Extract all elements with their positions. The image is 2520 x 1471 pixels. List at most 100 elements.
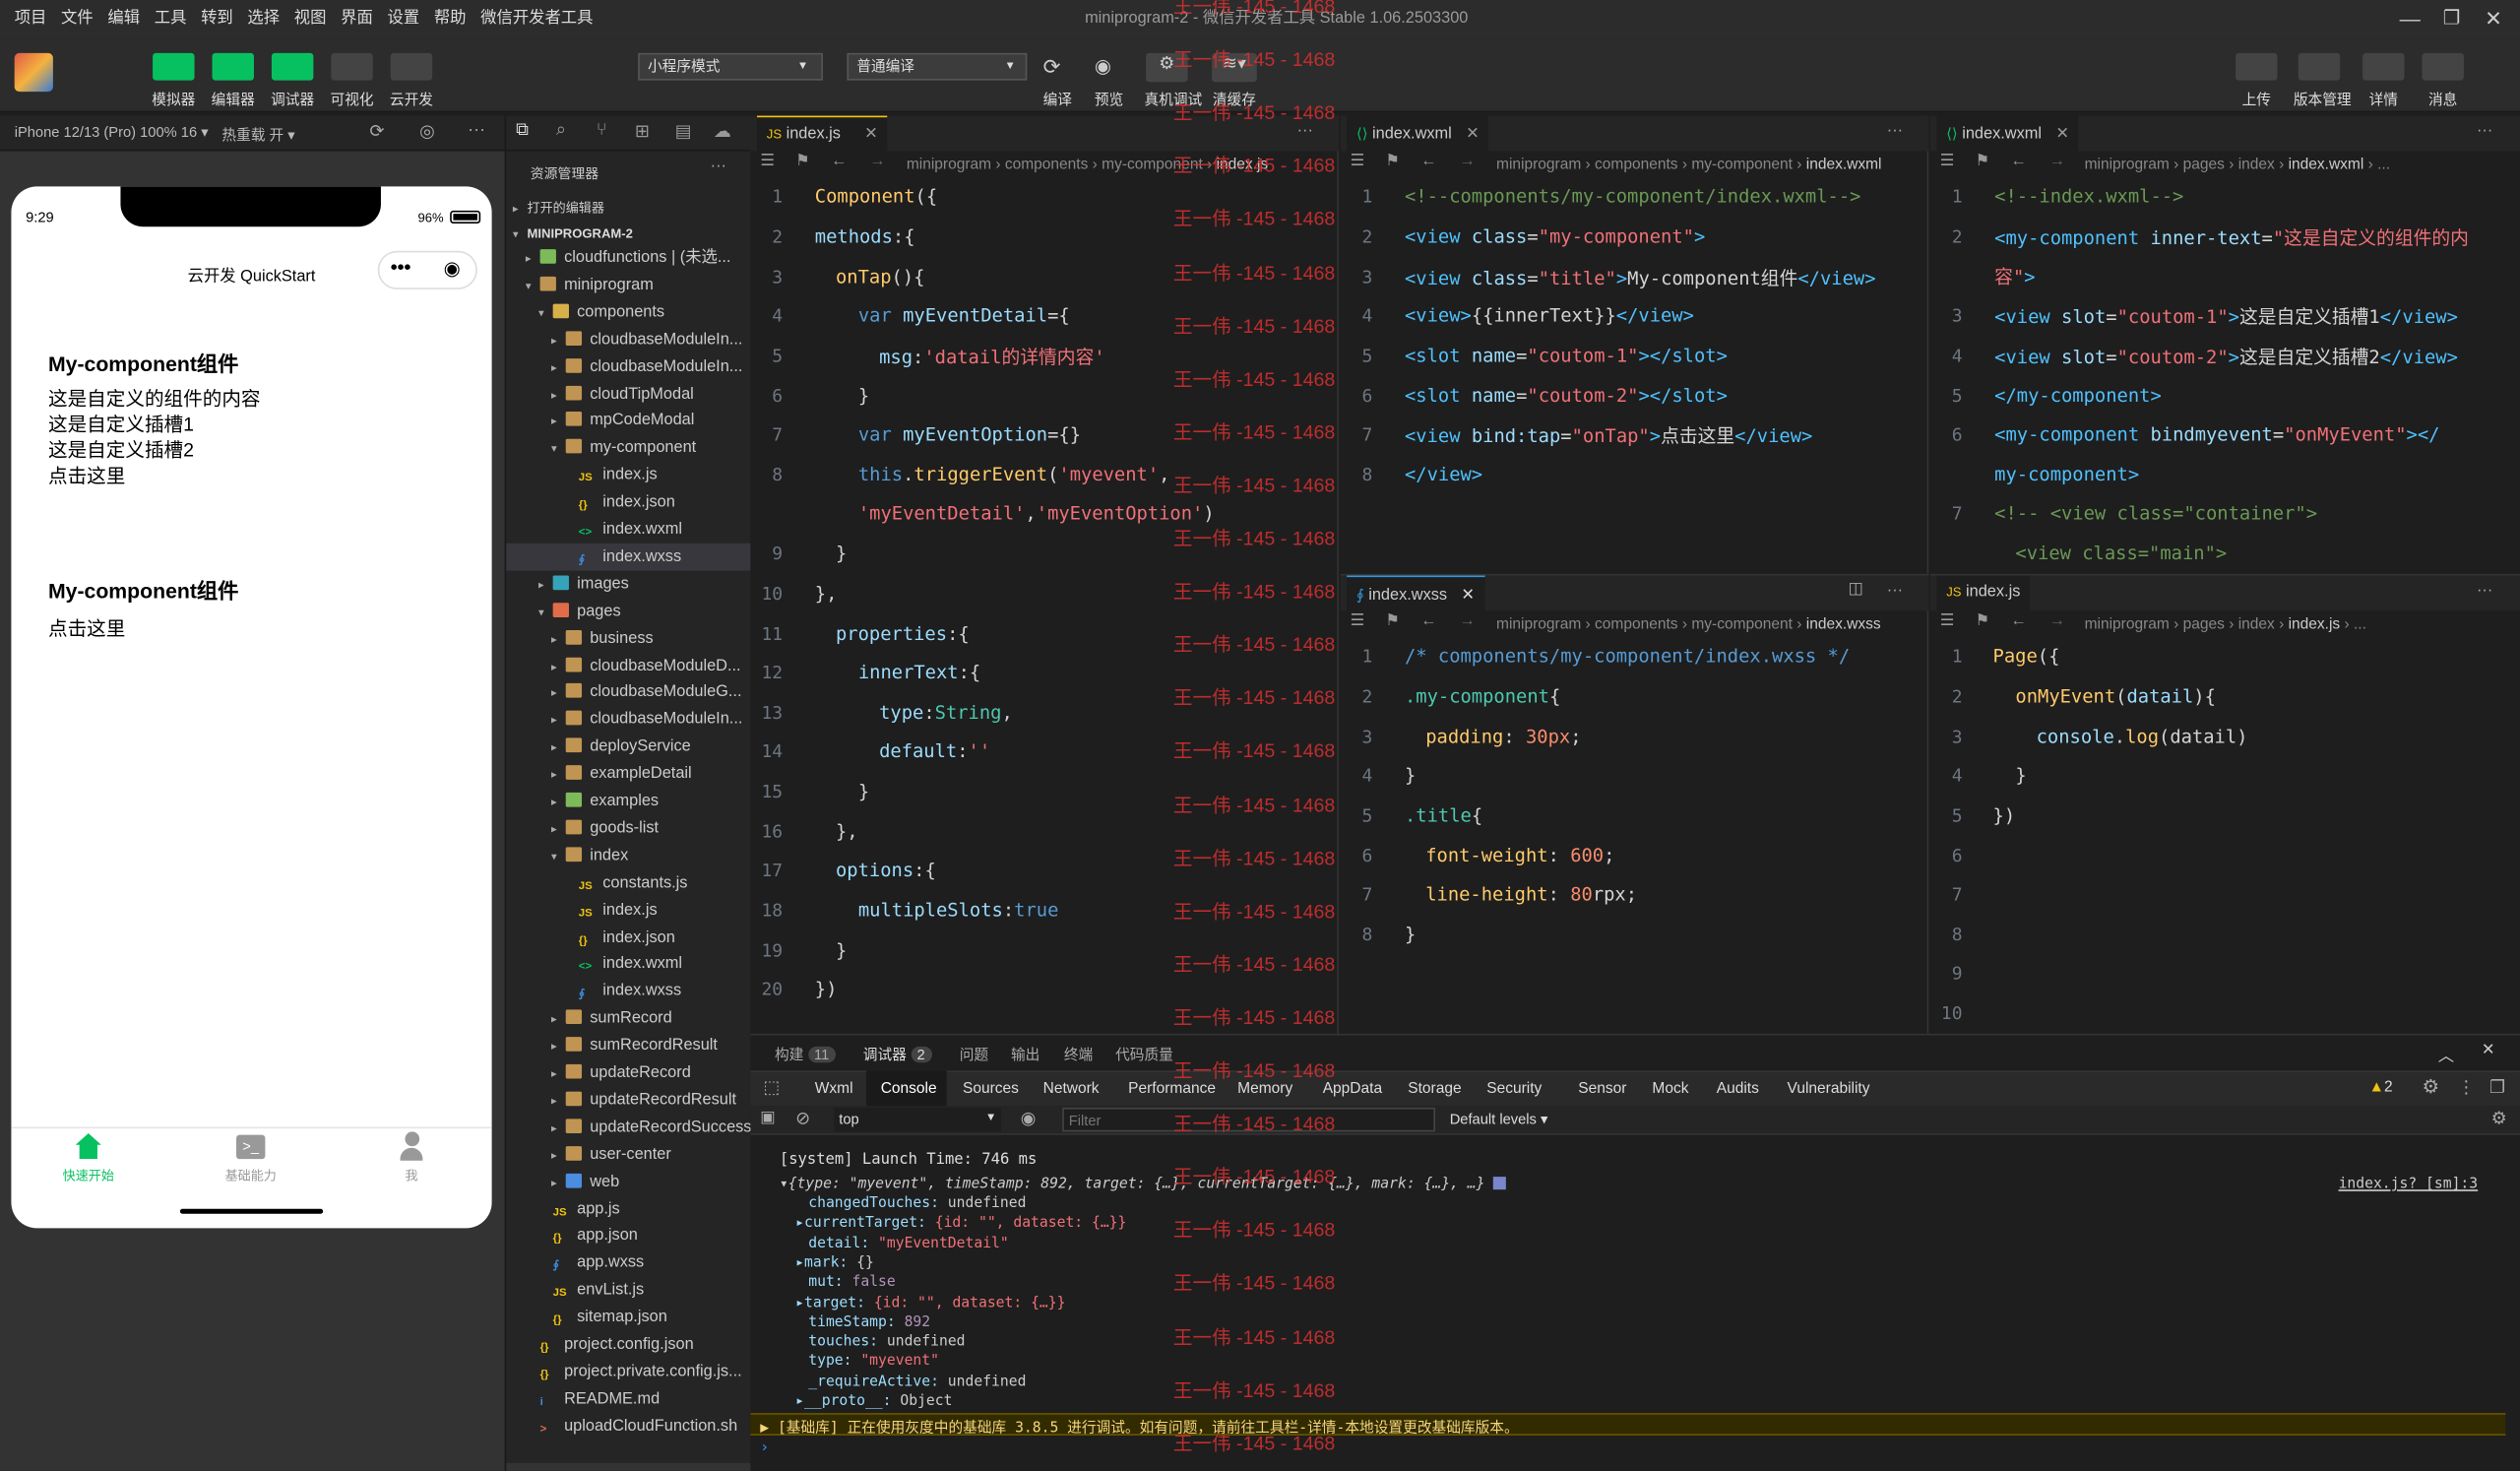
close-icon[interactable]: ✕: [1466, 125, 1480, 143]
devtab-storage[interactable]: Storage: [1408, 1080, 1461, 1098]
warning-count[interactable]: ▲2: [2369, 1079, 2393, 1097]
crumb-item[interactable]: index.wxml: [2289, 156, 2364, 173]
debugger-button[interactable]: 调试器: [260, 89, 324, 109]
files-icon[interactable]: ⧉: [516, 120, 529, 141]
home-icon[interactable]: [75, 1133, 101, 1160]
tree-folder[interactable]: ▸ cloudbaseModuleIn...: [506, 353, 750, 381]
tab-terminal[interactable]: 终端: [1064, 1044, 1093, 1064]
outline-icon[interactable]: ▤: [675, 120, 692, 142]
close-icon[interactable]: ✕: [1461, 587, 1475, 605]
close-circle-icon[interactable]: ◉: [444, 257, 461, 280]
more-icon[interactable]: ···: [1887, 122, 1903, 140]
menu-item[interactable]: 设置: [387, 0, 419, 38]
devtab-wxml[interactable]: Wxml: [815, 1080, 853, 1098]
more-icon[interactable]: ···: [468, 120, 485, 140]
log-object[interactable]: ▾{type: "myevent", timeStamp: 892, targe…: [780, 1177, 1507, 1192]
tree-file[interactable]: <> index.wxml: [506, 951, 750, 979]
menu-item[interactable]: 工具: [155, 0, 187, 38]
more-icon[interactable]: •••: [391, 256, 411, 279]
list-icon[interactable]: ☰: [1350, 612, 1364, 630]
tree-folder[interactable]: ▸ deployService: [506, 734, 750, 761]
forward-icon[interactable]: →: [2049, 153, 2065, 170]
tree-folder[interactable]: ▸ user-center: [506, 1141, 750, 1169]
dock-icon[interactable]: ❐: [2489, 1077, 2505, 1099]
sidebar-toggle-icon[interactable]: ▣: [760, 1110, 775, 1127]
split-icon[interactable]: ◫: [1849, 580, 1863, 598]
project-section[interactable]: ▾ MINIPROGRAM-2: [513, 226, 633, 241]
editor-button[interactable]: 编辑器: [201, 89, 265, 109]
tree-file[interactable]: > uploadCloudFunction.sh: [506, 1413, 750, 1440]
console-prompt-icon[interactable]: ›: [760, 1440, 769, 1456]
menu-item[interactable]: 转到: [201, 0, 233, 38]
forward-icon[interactable]: →: [1459, 153, 1475, 170]
more-icon[interactable]: ···: [2477, 582, 2492, 600]
crumb-item[interactable]: miniprogram: [1496, 615, 1581, 633]
editor-component-wxss[interactable]: ∮ index.wxss ✕ ◫ ··· ☰ ⚑ ← → miniprogram…: [1340, 573, 1929, 1034]
tree-file[interactable]: <> index.wxml: [506, 516, 750, 544]
devtab-audits[interactable]: Audits: [1717, 1080, 1759, 1098]
log-field[interactable]: ▸__proto__: Object: [795, 1394, 952, 1410]
bookmark-icon[interactable]: ⚑: [1976, 153, 1990, 170]
tree-folder[interactable]: ▸ cloudbaseModuleD...: [506, 652, 750, 679]
more-icon[interactable]: ···: [2477, 122, 2492, 140]
search-icon[interactable]: ⌕: [556, 120, 566, 141]
cloud-icon[interactable]: [390, 52, 433, 81]
tree-file[interactable]: JS app.js: [506, 1195, 750, 1223]
maximize-icon[interactable]: ❐: [2443, 7, 2461, 30]
crumb-item[interactable]: index: [2238, 615, 2275, 633]
back-icon[interactable]: ←: [1420, 153, 1436, 170]
open-editors-section[interactable]: ▸ 打开的编辑器: [513, 199, 604, 217]
tree-folder[interactable]: ▸ examples: [506, 788, 750, 815]
tree-folder[interactable]: ▸ exampleDetail: [506, 760, 750, 788]
eye-icon[interactable]: ◉: [1021, 1108, 1037, 1129]
tree-file[interactable]: JS index.js: [506, 896, 750, 924]
crumb-item[interactable]: index.wxss: [1806, 615, 1881, 633]
tab-me[interactable]: 我: [363, 1167, 460, 1184]
upload-button[interactable]: 上传: [2225, 89, 2289, 109]
tree-file[interactable]: {} index.json: [506, 924, 750, 951]
preview-button[interactable]: 预览: [1077, 89, 1141, 109]
log-field[interactable]: ▸mark: {}: [795, 1255, 874, 1271]
tree-folder[interactable]: ▾ pages: [506, 598, 750, 625]
branch-icon[interactable]: [2298, 52, 2341, 81]
log-field[interactable]: ▸currentTarget: {id: "", dataset: {…}}: [795, 1216, 1126, 1232]
version-button[interactable]: 版本管理: [2287, 89, 2358, 109]
editor-page-wxml[interactable]: ⟨⟩ index.wxml ✕ ··· ☰ ⚑ ← → miniprogram …: [1929, 115, 2520, 574]
devtab-console[interactable]: Console: [881, 1080, 937, 1098]
extensions-icon[interactable]: ⊞: [635, 120, 650, 142]
devtab-security[interactable]: Security: [1486, 1080, 1542, 1098]
rotate-icon[interactable]: ⟳: [370, 120, 385, 142]
more-icon[interactable]: ···: [1887, 582, 1903, 600]
back-icon[interactable]: ←: [831, 153, 847, 170]
cloud-icon[interactable]: ☁: [714, 120, 731, 142]
tree-folder[interactable]: ▸ sumRecordResult: [506, 1032, 750, 1059]
log-field[interactable]: ▸target: {id: "", dataset: {…}}: [795, 1295, 1065, 1311]
crumb-item[interactable]: pages: [2183, 615, 2225, 633]
more-icon[interactable]: ···: [711, 158, 726, 175]
clear-console-icon[interactable]: ⊘: [795, 1108, 810, 1129]
tab-basic[interactable]: 基础能力: [203, 1167, 299, 1184]
close-icon[interactable]: ✕: [2485, 7, 2502, 32]
tree-folder[interactable]: ▸ web: [506, 1168, 750, 1195]
tree-folder[interactable]: ▸ updateRecord: [506, 1059, 750, 1087]
menu-item[interactable]: 帮助: [434, 0, 467, 38]
list-icon[interactable]: ☰: [1350, 153, 1364, 170]
user-icon[interactable]: [400, 1131, 423, 1161]
tree-folder[interactable]: ▾ components: [506, 298, 750, 326]
refresh-icon[interactable]: ⟳: [1043, 55, 1061, 81]
simulator-icon[interactable]: [153, 52, 195, 81]
tree-folder[interactable]: ▸ images: [506, 570, 750, 598]
tree-folder[interactable]: ▸ business: [506, 624, 750, 652]
avatar[interactable]: [14, 52, 53, 93]
tree-file[interactable]: ∮ index.wxss: [506, 543, 751, 571]
minimize-icon[interactable]: —: [2400, 7, 2421, 31]
details-button[interactable]: 详情: [2352, 89, 2416, 109]
tab-problems[interactable]: 问题: [960, 1044, 988, 1064]
compile-select[interactable]: 普通编译 ▼: [847, 52, 1028, 81]
forward-icon[interactable]: →: [2049, 612, 2065, 630]
scrollbar[interactable]: [506, 1462, 753, 1471]
editor-component-wxml[interactable]: ⟨⟩ index.wxml ✕ ··· ☰ ⚑ ← → miniprogram …: [1340, 115, 1929, 574]
simulator-button[interactable]: 模拟器: [142, 89, 206, 109]
bookmark-icon[interactable]: ⚑: [1385, 612, 1400, 630]
crumb-item[interactable]: components: [1005, 156, 1089, 173]
